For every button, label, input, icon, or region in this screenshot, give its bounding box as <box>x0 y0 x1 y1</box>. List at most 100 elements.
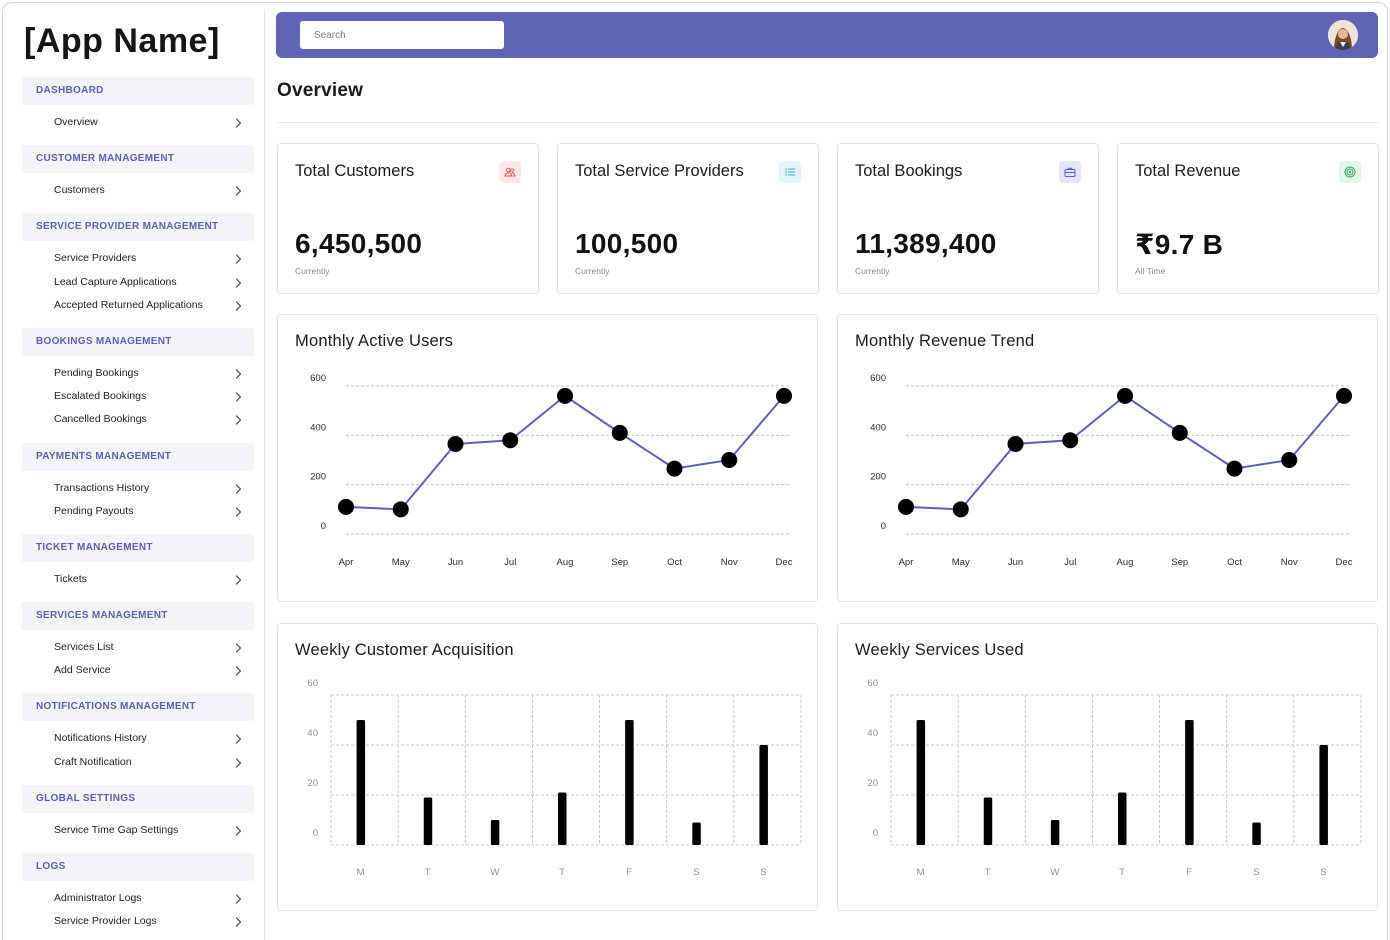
x-tick-label: T <box>425 867 431 878</box>
bar <box>1252 822 1261 845</box>
users-icon <box>499 161 521 183</box>
page-title: Overview <box>277 80 364 101</box>
x-tick-label: Aug <box>1117 557 1134 568</box>
top-bar <box>276 12 1378 58</box>
x-tick-label: W <box>1050 867 1059 878</box>
chevron-right-icon <box>234 408 244 431</box>
sidebar-item[interactable]: Customers <box>22 179 254 202</box>
y-tick-label: 60 <box>307 678 318 689</box>
sidebar-item[interactable]: Service Time Gap Settings <box>22 819 254 842</box>
bar <box>625 720 634 845</box>
sidebar-item-label: Customers <box>54 184 105 197</box>
bar <box>558 792 567 845</box>
data-point <box>1117 387 1133 404</box>
sidebar-item[interactable]: Craft Notification <box>22 751 254 774</box>
user-avatar[interactable] <box>1328 20 1358 50</box>
sidebar-item[interactable]: Lead Capture Applications <box>22 271 254 294</box>
nav-items: Overview <box>22 105 254 134</box>
data-point <box>502 432 519 449</box>
data-point <box>952 501 969 518</box>
sidebar-item-label: Pending Bookings <box>54 366 139 379</box>
sidebar-item[interactable]: Pending Bookings <box>22 362 254 385</box>
stat-title: Total Service Providers <box>575 162 744 180</box>
chevron-right-icon <box>234 271 244 294</box>
chevron-right-icon <box>234 659 244 682</box>
x-tick-label: T <box>559 867 565 878</box>
x-tick-label: T <box>985 867 991 878</box>
sidebar-item-label: Service Provider Logs <box>54 915 157 928</box>
sidebar-item[interactable]: Cancelled Bookings <box>22 408 254 431</box>
data-point <box>776 387 792 404</box>
sidebar: [App Name] DASHBOARD Overview CUSTOMER MAN… <box>12 10 265 940</box>
data-point <box>1171 424 1188 441</box>
y-tick-label: 0 <box>313 828 318 839</box>
nav-section: GLOBAL SETTINGS Service Time Gap Settings <box>22 784 254 842</box>
bar <box>490 820 500 845</box>
nav-section: PAYMENTS MANAGEMENT Transactions History P… <box>22 442 254 523</box>
chevron-right-icon <box>234 819 244 842</box>
sidebar-item-label: Escalated Bookings <box>54 390 147 403</box>
sidebar-item[interactable]: Transactions History <box>22 477 254 500</box>
nav-items: Customers <box>22 173 254 202</box>
stat-value: 11,389,400 <box>855 228 997 259</box>
y-tick-label: 400 <box>870 422 886 433</box>
sidebar-item[interactable]: Notifications History <box>22 727 254 750</box>
nav-section: SERVICE PROVIDER MANAGEMENT Service Provi… <box>22 213 254 317</box>
nav-section-header: CUSTOMER MANAGEMENT <box>22 145 254 174</box>
nav-items: Administrator Logs Service Provider Logs <box>22 881 254 933</box>
nav-section: SERVICES MANAGEMENT Services List Add Serv… <box>22 602 254 682</box>
monthly-revenue-trend-chart: 0 200 400 600 Apr May Jun Jul Aug Sep Oct Nov Dec <box>870 373 1353 568</box>
chart-card-monthly-revenue-trend: Monthly Revenue Trend 0 200 400 600 Apr May Ju… <box>837 314 1378 602</box>
sidebar-item-label: Craft Notification <box>54 755 132 768</box>
search-input[interactable] <box>300 21 504 49</box>
chevron-right-icon <box>234 500 244 523</box>
data-point <box>1007 435 1024 452</box>
x-tick-label: Nov <box>721 557 738 568</box>
weekly-services-used-chart: 0 20 40 60 M T W T F S S <box>867 678 1362 878</box>
sidebar-item-label: Service Time Gap Settings <box>54 823 179 836</box>
data-point <box>666 460 683 477</box>
nav-section: CUSTOMER MANAGEMENT Customers <box>22 145 254 202</box>
nav-items: Service Time Gap Settings <box>22 813 254 842</box>
x-tick-label: Apr <box>899 557 914 568</box>
nav-items: Service Providers Lead Capture Applicatio… <box>22 241 254 317</box>
sidebar-item[interactable]: Service Provider Logs <box>22 910 254 933</box>
data-point <box>557 387 573 404</box>
sidebar-item[interactable]: Service Providers <box>22 247 254 270</box>
x-tick-label: Oct <box>667 557 682 568</box>
sidebar-item[interactable]: Administrator Logs <box>22 887 254 910</box>
x-tick-label: Apr <box>339 557 354 568</box>
x-tick-label: Dec <box>776 557 793 568</box>
chevron-right-icon <box>234 111 244 134</box>
x-tick-label: Oct <box>1227 557 1242 568</box>
sidebar-item[interactable]: Add Service <box>22 659 254 682</box>
data-point <box>1226 460 1243 477</box>
stat-caption: Currently <box>855 266 890 276</box>
nav-items: Services List Add Service <box>22 630 254 682</box>
y-tick-label: 200 <box>310 472 326 483</box>
stat-value: 100,500 <box>575 228 679 259</box>
y-tick-label: 20 <box>307 778 318 789</box>
sidebar-item-label: Add Service <box>54 664 111 677</box>
nav-items: Tickets <box>22 562 254 591</box>
sidebar-item-label: Cancelled Bookings <box>54 413 147 426</box>
list-icon <box>779 161 801 183</box>
sidebar-item[interactable]: Services List <box>22 636 254 659</box>
chart-card-monthly-active-users: Monthly Active Users 0 200 400 600 Apr May Jun… <box>277 314 818 602</box>
sidebar-item-label: Overview <box>54 116 98 128</box>
sidebar-item[interactable]: Tickets <box>22 568 254 591</box>
nav-items: Notifications History Craft Notification <box>22 721 254 773</box>
x-tick-label: M <box>917 867 925 878</box>
sidebar-item-label: Services List <box>54 641 114 654</box>
stat-caption: Currently <box>575 266 610 276</box>
sidebar-item-label: Lead Capture Applications <box>54 275 177 288</box>
sidebar-item[interactable]: Escalated Bookings <box>22 385 254 408</box>
briefcase-icon <box>1059 161 1081 183</box>
title-divider <box>277 122 1379 123</box>
sidebar-item[interactable]: Pending Payouts <box>22 500 254 523</box>
sidebar-item[interactable]: Overview <box>22 111 254 134</box>
stat-value: ₹9.7 B <box>1135 229 1224 260</box>
sidebar-item[interactable]: Accepted Returned Applications <box>22 294 254 317</box>
nav-section-header: TICKET MANAGEMENT <box>22 533 254 562</box>
stat-card: Total Service Providers 100,500 Currentl… <box>557 143 819 294</box>
